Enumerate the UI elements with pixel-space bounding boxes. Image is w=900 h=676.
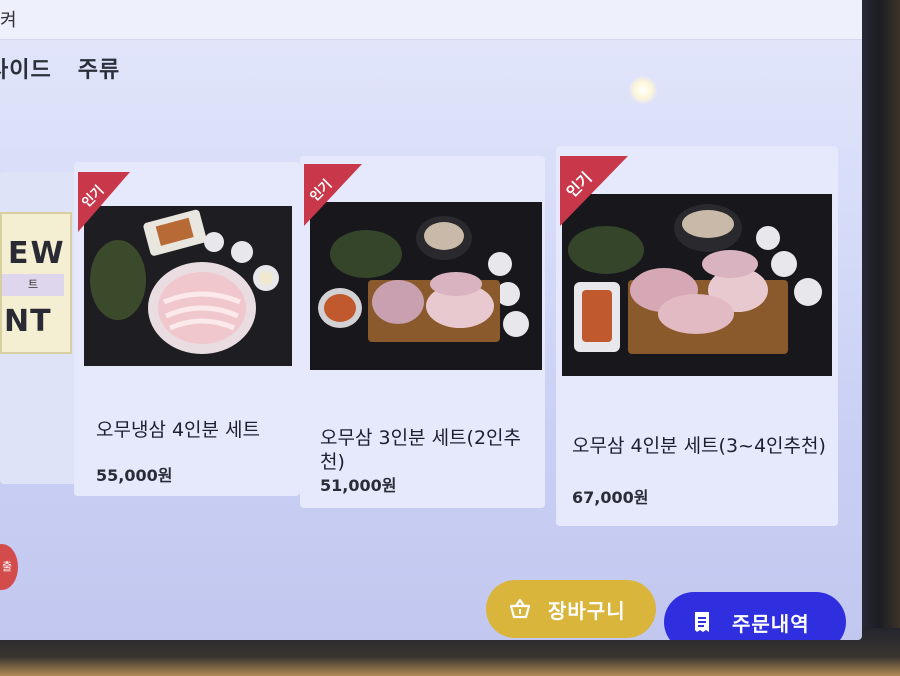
receipt-icon (695, 612, 709, 632)
menu-item-name-3: 오무삼 4인분 세트(3~4인추천) (572, 435, 826, 457)
monitor-bezel-right (858, 0, 900, 676)
tab-drinks[interactable]: 주류 (78, 52, 120, 84)
new-menu-badge: EW 트 NT (0, 212, 72, 354)
header-bar: 켜 (0, 0, 862, 40)
cart-button-label: 장바구니 (548, 598, 626, 623)
tab-side[interactable]: 사이드 (0, 52, 52, 84)
basket-icon (509, 598, 531, 619)
menu-item-price-3: 67,000원 (572, 488, 649, 507)
menu-item-price-2: 51,000원 (320, 476, 397, 495)
menu-item-price-1: 55,000원 (96, 466, 173, 485)
side-action-label: 출 (2, 560, 13, 573)
food-photo-2 (310, 202, 542, 370)
menu-item-name-1: 오무냉삼 4인분 세트 (96, 419, 261, 441)
header-text: 켜 (0, 10, 17, 31)
cart-button[interactable]: 장바구니 (486, 580, 656, 638)
order-history-label: 주문내역 (732, 611, 810, 636)
new-badge-subtext: 트 (2, 274, 64, 296)
new-badge-text: EW (8, 236, 66, 271)
order-history-button[interactable]: 주문내역 (664, 592, 846, 640)
screen-glare (628, 76, 658, 104)
kiosk-screen: 켜 사이드 주류 EW 트 NT 인기 오무냉삼 4인분 세트 55,000원 (0, 0, 862, 640)
new-badge-text-2: NT (4, 304, 52, 339)
side-action-button[interactable]: 출 (0, 544, 18, 590)
menu-item-name-2: 오무삼 3인분 세트(2인추천) (320, 427, 521, 473)
category-tabs: 사이드 주류 (0, 52, 120, 84)
